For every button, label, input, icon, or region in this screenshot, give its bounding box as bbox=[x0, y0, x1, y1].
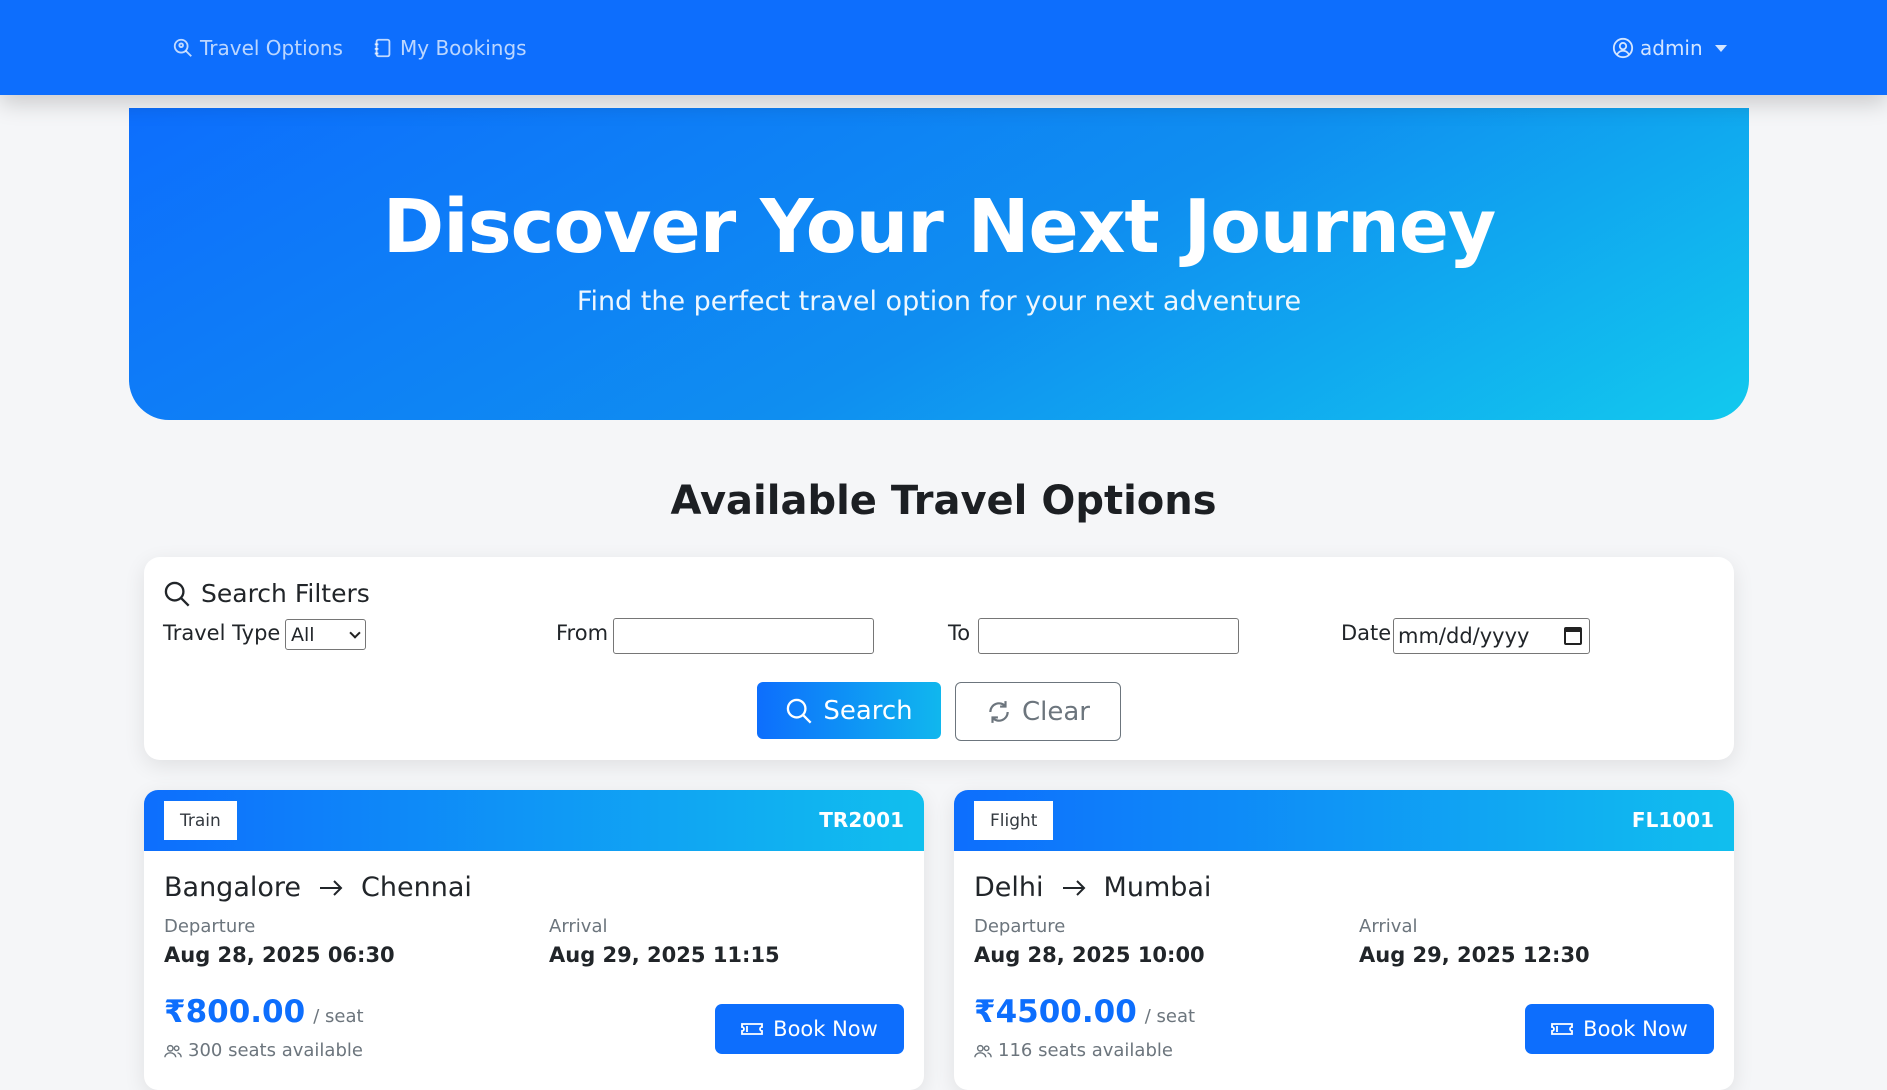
travel-type-label: Travel Type bbox=[163, 621, 281, 645]
nav-my-bookings[interactable]: My Bookings bbox=[372, 34, 527, 62]
price: ₹4500.00 / seat bbox=[974, 994, 1195, 1030]
travel-type-badge: Train bbox=[164, 801, 237, 840]
travel-type-select[interactable]: All bbox=[285, 619, 366, 650]
search-icon bbox=[787, 698, 812, 723]
hero-banner: Discover Your Next Journey Find the perf… bbox=[129, 108, 1749, 420]
arrow-right-icon bbox=[1062, 879, 1085, 896]
travel-type-badge: Flight bbox=[974, 801, 1054, 840]
chevron-down-icon bbox=[349, 627, 361, 639]
arrival-time: Aug 29, 2025 11:15 bbox=[549, 943, 780, 967]
seats-available: 116 seats available bbox=[974, 1040, 1173, 1061]
departure-time: Aug 28, 2025 10:00 bbox=[974, 943, 1205, 967]
travel-type-value: All bbox=[291, 623, 315, 646]
route-from: Delhi bbox=[974, 872, 1044, 903]
search-button-label: Search bbox=[823, 695, 913, 726]
refresh-icon bbox=[989, 700, 1009, 723]
departure-label: Departure bbox=[974, 916, 1066, 937]
seats-text: 116 seats available bbox=[998, 1040, 1173, 1061]
book-now-label: Book Now bbox=[1583, 1017, 1688, 1041]
seats-available: 300 seats available bbox=[164, 1040, 363, 1061]
route: Bangalore Chennai bbox=[164, 872, 472, 903]
route-from: Bangalore bbox=[164, 872, 302, 903]
arrival-time: Aug 29, 2025 12:30 bbox=[1359, 943, 1590, 967]
search-location-icon bbox=[173, 38, 192, 57]
people-icon bbox=[974, 1044, 992, 1057]
hero-title: Discover Your Next Journey bbox=[382, 184, 1496, 270]
search-button[interactable]: Search bbox=[757, 682, 941, 739]
price-amount: ₹4500.00 bbox=[974, 994, 1137, 1030]
top-navbar: Travel Options My Bookings admin bbox=[0, 0, 1887, 95]
user-name: admin bbox=[1640, 36, 1703, 60]
route: Delhi Mumbai bbox=[974, 872, 1211, 903]
nav-my-bookings-label: My Bookings bbox=[400, 36, 527, 60]
route-to: Mumbai bbox=[1103, 872, 1212, 903]
calendar-icon[interactable] bbox=[1564, 627, 1582, 645]
book-now-label: Book Now bbox=[773, 1017, 878, 1041]
date-label: Date bbox=[1341, 621, 1392, 645]
journal-icon bbox=[374, 38, 391, 58]
book-now-button[interactable]: Book Now bbox=[1525, 1004, 1714, 1054]
user-menu-dropdown[interactable]: admin bbox=[1612, 34, 1727, 62]
clear-button-label: Clear bbox=[1022, 696, 1090, 727]
nav-travel-options[interactable]: Travel Options bbox=[172, 34, 343, 62]
price-amount: ₹800.00 bbox=[164, 994, 306, 1030]
seats-text: 300 seats available bbox=[188, 1040, 363, 1061]
filters-title: Search Filters bbox=[201, 579, 370, 608]
to-label: To bbox=[948, 621, 971, 645]
from-label: From bbox=[556, 621, 609, 645]
section-title: Available Travel Options bbox=[670, 478, 1217, 524]
search-icon bbox=[164, 581, 190, 606]
price-unit: / seat bbox=[313, 1006, 364, 1027]
arrow-right-icon bbox=[320, 879, 343, 896]
card-header: Train TR2001 bbox=[144, 790, 924, 851]
departure-time: Aug 28, 2025 06:30 bbox=[164, 943, 395, 967]
ticket-icon bbox=[1551, 1023, 1574, 1035]
arrival-label: Arrival bbox=[1359, 916, 1418, 937]
book-now-button[interactable]: Book Now bbox=[715, 1004, 904, 1054]
people-icon bbox=[164, 1044, 182, 1057]
travel-option-card: Train TR2001 Bangalore Chennai Departure… bbox=[144, 790, 924, 1090]
route-to: Chennai bbox=[361, 872, 472, 903]
date-placeholder: mm/dd/yyyy bbox=[1398, 624, 1530, 648]
ticket-icon bbox=[741, 1023, 764, 1035]
arrival-label: Arrival bbox=[549, 916, 608, 937]
nav-travel-options-label: Travel Options bbox=[200, 36, 343, 60]
travel-code: TR2001 bbox=[819, 808, 904, 832]
from-input[interactable] bbox=[613, 618, 874, 654]
to-input[interactable] bbox=[978, 618, 1239, 654]
card-header: Flight FL1001 bbox=[954, 790, 1734, 851]
price-unit: / seat bbox=[1144, 1006, 1196, 1027]
date-input[interactable]: mm/dd/yyyy bbox=[1393, 618, 1590, 654]
hero-subtitle: Find the perfect travel option for your … bbox=[576, 286, 1302, 317]
departure-label: Departure bbox=[164, 916, 256, 937]
travel-code: FL1001 bbox=[1631, 808, 1714, 832]
chevron-down-icon bbox=[1714, 44, 1727, 52]
search-filters-panel: Search Filters Travel Type All From To D… bbox=[144, 557, 1734, 760]
price: ₹800.00 / seat bbox=[164, 994, 364, 1030]
clear-button[interactable]: Clear bbox=[955, 682, 1121, 741]
travel-option-card: Flight FL1001 Delhi Mumbai Departure Aug… bbox=[954, 790, 1734, 1090]
person-circle-icon bbox=[1612, 37, 1634, 59]
filters-heading: Search Filters bbox=[163, 579, 370, 608]
